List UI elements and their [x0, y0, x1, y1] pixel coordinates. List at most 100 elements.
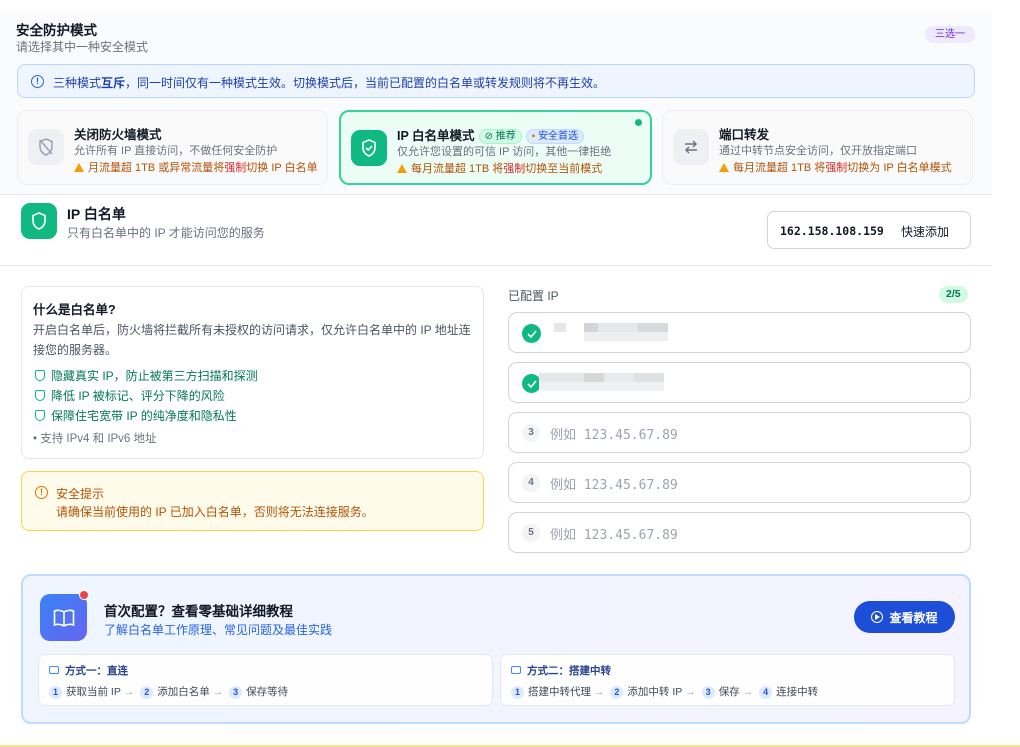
- play-icon: [871, 611, 884, 623]
- method-relay: 方式二：搭建中转 1 搭建中转代理 → 2 添加中转 IP → 3 保存 → 4 连接中转: [500, 654, 955, 706]
- step-number: 4: [759, 686, 773, 699]
- security-tip: ! 安全提示 请确保当前使用的 IP 已加入白名单，否则将无法连接服务。: [21, 471, 484, 531]
- view-tutorial-button[interactable]: 查看教程: [854, 601, 955, 633]
- warn-red-text: 强制: [224, 162, 247, 174]
- ip-placeholder: 例如 123.45.67.89: [550, 474, 678, 493]
- step-label: 保存: [718, 686, 740, 698]
- mode-title: 关闭防火墙模式: [74, 128, 162, 142]
- swap-arrows-icon: [673, 129, 709, 165]
- shield-icon: [35, 410, 45, 421]
- row-number: 3: [522, 424, 540, 442]
- notification-dot: [79, 590, 89, 600]
- mode-card-ip-whitelist[interactable]: IP 白名单模式 ⊘ 推荐 ▪ 安全首选 仅允许您设置的可信 IP 访问，其他一律拒…: [339, 110, 652, 185]
- divider: [0, 194, 992, 195]
- ip-input-row-5[interactable]: 5 例如 123.45.67.89: [508, 512, 971, 553]
- ip-input-row-2[interactable]: [508, 362, 971, 403]
- mode-warning: 每月流量超 1TB 将强制切换至当前模式: [397, 160, 602, 176]
- ip-input-row-4[interactable]: 4 例如 123.45.67.89: [508, 462, 971, 503]
- warn-red-text: 强制: [503, 163, 526, 175]
- ip-support-note: • 支持 IPv4 和 IPv6 地址: [33, 433, 157, 445]
- placeholder-cn: 例如: [550, 528, 577, 543]
- shield-icon: [35, 370, 45, 381]
- recommend-tag: ⊘ 推荐: [478, 129, 522, 144]
- arrow-right-icon: →: [685, 686, 696, 698]
- step-label: 保存等待: [246, 686, 289, 698]
- mode-desc: 允许所有 IP 直接访问，不做任何安全防护: [74, 145, 278, 157]
- benefit-text: 降低 IP 被标记、评分下降的风险: [51, 389, 225, 403]
- configured-ip-label: 已配置 IP: [508, 289, 559, 303]
- check-icon: [522, 324, 541, 343]
- tutorial-title: 首次配置？查看零基础详细教程: [104, 604, 293, 619]
- benefit-item: 隐藏真实 IP，防止被第三方扫描和探测: [35, 367, 258, 384]
- current-ip: 162.158.108.159: [780, 224, 884, 238]
- row-number: 5: [522, 524, 540, 542]
- arrow-right-icon: →: [742, 686, 754, 698]
- step-label: 搭建中转代理: [528, 686, 591, 698]
- warning-circle-icon: !: [35, 486, 48, 499]
- ip-input-row-3[interactable]: 3 例如 123.45.67.89: [508, 412, 971, 453]
- step-number: 3: [229, 686, 243, 699]
- mutual-exclusive-banner: ! 三种模式互斥，同一时间仅有一种模式生效。切换模式后，当前已配置的白名单或转发…: [17, 64, 975, 98]
- method-title-text: 方式二：搭建中转: [527, 665, 611, 677]
- mode-warning: 月流量超 1TB 或异常流量将强制切换 IP 白名单: [74, 159, 318, 175]
- info-icon: !: [31, 75, 44, 88]
- benefit-text: 保障住宅宽带 IP 的纯净度和隐私性: [51, 409, 237, 423]
- mode-warning: 每月流量超 1TB 将强制切换为 IP 白名单模式: [719, 159, 952, 175]
- mode-desc: 通过中转节点安全访问，仅开放指定端口: [719, 145, 917, 157]
- benefit-item: 保障住宅宽带 IP 的纯净度和隐私性: [35, 407, 237, 424]
- divider: [0, 265, 992, 266]
- tip-text: 请确保当前使用的 IP 已加入白名单，否则将无法连接服务。: [56, 505, 374, 519]
- warn-text-tail: 切换 IP 白名单: [246, 162, 318, 174]
- mode-section: 安全防护模式 请选择其中一种安全模式 三选一 ! 三种模式互斥，同一时间仅有一种…: [0, 10, 992, 195]
- tutorial-subtitle: 了解白名单工作原理、常见问题及最佳实践: [104, 623, 333, 637]
- quick-add-button[interactable]: 快速添加: [901, 223, 949, 240]
- mode-card-port-forward[interactable]: 端口转发 通过中转节点安全访问，仅开放指定端口 每月流量超 1TB 将强制切换为…: [662, 110, 973, 185]
- shield-small-icon: ⊘: [484, 131, 493, 142]
- arrow-right-icon: →: [212, 686, 224, 698]
- banner-text-c: ，同一时间仅有一种模式生效。切换模式后，当前已配置的白名单或转发规则将不再生效。: [125, 76, 606, 90]
- mode-desc: 仅允许您设置的可信 IP 访问，其他一律拒绝: [397, 146, 612, 158]
- placeholder-cn: 例如: [550, 428, 577, 443]
- method-title-text: 方式一：直连: [65, 665, 128, 677]
- warn-text-tail: 切换为 IP 白名单模式: [847, 162, 952, 174]
- ip-placeholder: 例如 123.45.67.89: [550, 524, 678, 543]
- section-title: 安全防护模式: [16, 23, 97, 38]
- warning-icon: [74, 163, 84, 172]
- whitelist-subtitle: 只有白名单中的 IP 才能访问您的服务: [67, 226, 265, 240]
- step-number: 3: [701, 686, 715, 699]
- pick-one-badge: 三选一: [925, 26, 975, 43]
- row-number: 4: [522, 474, 540, 492]
- step-number: 1: [49, 686, 62, 699]
- redacted-ip: [539, 373, 664, 391]
- section-subtitle: 请选择其中一种安全模式: [16, 40, 149, 54]
- whitelist-explainer: 什么是白名单? 开启白名单后，防火墙将拦截所有未授权的访问请求，仅允许白名单中的…: [21, 286, 484, 459]
- quick-add-box: 162.158.108.159 快速添加: [767, 211, 971, 249]
- method-direct: 方式一：直连 1 获取当前 IP → 2 添加白名单 → 3 保存等待: [38, 654, 493, 706]
- lock-icon: ▪: [531, 131, 536, 142]
- arrow-right-icon: →: [123, 686, 135, 698]
- step-label: 连接中转: [776, 686, 819, 698]
- warning-icon: [719, 163, 729, 172]
- benefit-item: 降低 IP 被标记、评分下降的风险: [35, 387, 225, 404]
- step-number: 1: [511, 686, 524, 699]
- redacted-ip: [554, 323, 669, 341]
- arrow-right-icon: →: [594, 686, 605, 698]
- banner-text-a: 三种模式: [53, 76, 102, 90]
- method-steps: 1 搭建中转代理 → 2 添加中转 IP → 3 保存 → 4 连接中转: [511, 684, 818, 699]
- mode-card-firewall-off[interactable]: 关闭防火墙模式 允许所有 IP 直接访问，不做任何安全防护 月流量超 1TB 或…: [17, 110, 328, 185]
- security-panel: 安全防护模式 请选择其中一种安全模式 三选一 ! 三种模式互斥，同一时间仅有一种…: [0, 10, 992, 747]
- tip-title: 安全提示: [56, 487, 105, 501]
- ip-input-row-1[interactable]: [508, 312, 971, 353]
- step-label: 添加中转 IP: [627, 686, 683, 698]
- explainer-paragraph: 开启白名单后，防火墙将拦截所有未授权的访问请求，仅允许白名单中的 IP 地址连接…: [33, 323, 471, 357]
- configured-count-badge: 2/5: [939, 286, 968, 303]
- step-label: 添加白名单: [157, 686, 210, 698]
- banner-text-bold: 互斥: [101, 76, 126, 90]
- warn-text: 每月流量超 1TB 将: [411, 163, 504, 175]
- mode-title: IP 白名单模式 ⊘ 推荐 ▪ 安全首选: [397, 125, 585, 144]
- mode-title: 端口转发: [719, 128, 770, 142]
- warn-text: 每月流量超 1TB 将: [733, 162, 826, 174]
- book-icon: [40, 594, 87, 641]
- placeholder-cn: 例如: [550, 478, 577, 493]
- shield-check-icon: [351, 130, 387, 166]
